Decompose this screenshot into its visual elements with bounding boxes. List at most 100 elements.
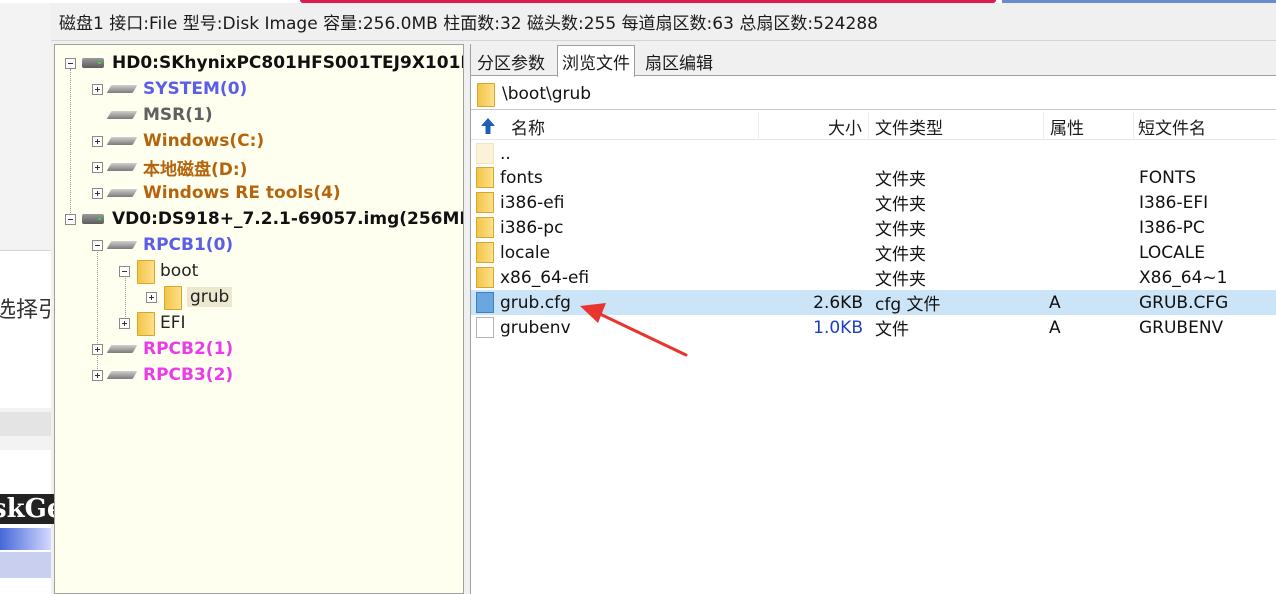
partition-icon <box>109 160 137 174</box>
file-name: locale <box>500 242 551 263</box>
file-row[interactable]: i386-pc 文件夹 I386-PC <box>471 215 1276 240</box>
file-name: x86_64-efi <box>500 267 590 288</box>
column-header-name[interactable]: 名称 <box>511 112 759 140</box>
tab-browse-files[interactable]: 浏览文件 <box>557 45 635 77</box>
partition-icon <box>109 82 137 96</box>
logo-gradient-bar <box>0 528 51 550</box>
expand-icon[interactable] <box>92 369 103 381</box>
tree-node-label: HD0:SKhynixPC801HFS001TEJ9X101N <box>112 53 464 73</box>
virtual-disk-icon <box>82 212 106 226</box>
tree-node-label: grub <box>187 287 233 307</box>
collapse-icon[interactable] <box>92 239 103 251</box>
expand-icon[interactable] <box>92 83 103 95</box>
partition-icon <box>109 134 137 148</box>
tree-node-boot[interactable]: boot <box>119 258 198 284</box>
folder-icon <box>136 311 155 336</box>
folder-icon <box>476 82 495 107</box>
expand-icon[interactable] <box>119 317 130 329</box>
file-browser-panel: 分区参数 浏览文件 扇区编辑 \boot\grub 名称 大小 文件类型 属性 … <box>470 44 1276 594</box>
file-name: i386-efi <box>500 192 565 213</box>
background-band <box>0 412 51 436</box>
tree-node-hd0[interactable]: HD0:SKhynixPC801HFS001TEJ9X101N <box>65 50 464 76</box>
tree-node-label: RPCB2(1) <box>143 339 234 359</box>
tree-node-windows-re[interactable]: Windows RE tools(4) <box>92 180 341 206</box>
tree-node-label: boot <box>160 261 199 281</box>
tab-bar: 分区参数 浏览文件 扇区编辑 <box>471 44 1276 77</box>
partition-icon <box>109 108 137 122</box>
file-row[interactable]: fonts 文件夹 FONTS <box>471 165 1276 190</box>
file-short-name: GRUBENV <box>1139 317 1224 338</box>
file-short-name: I386-PC <box>1139 217 1205 238</box>
file-name: i386-pc <box>500 217 564 238</box>
tab-partition-params[interactable]: 分区参数 <box>473 47 549 76</box>
expand-icon[interactable] <box>92 135 103 147</box>
file-type: 文件夹 <box>875 220 926 240</box>
column-header-type[interactable]: 文件类型 <box>869 112 1044 140</box>
tree-node-label: EFI <box>160 313 186 333</box>
background-window: 选择引 skGen <box>0 0 85 594</box>
tree-node-rpcb3[interactable]: RPCB3(2) <box>92 362 233 388</box>
partition-icon <box>109 238 137 252</box>
expand-icon[interactable] <box>146 291 157 303</box>
folder-open-icon <box>163 285 182 310</box>
file-row[interactable]: i386-efi 文件夹 I386-EFI <box>471 190 1276 215</box>
folder-icon <box>476 217 494 238</box>
tab-sector-edit[interactable]: 扇区编辑 <box>641 47 717 76</box>
tree-node-msr[interactable]: MSR(1) <box>92 102 213 128</box>
tree-node-label: Windows RE tools(4) <box>143 183 341 203</box>
expand-icon[interactable] <box>92 343 103 355</box>
tree-node-label: RPCB1(0) <box>143 235 234 255</box>
file-row[interactable]: grubenv 1.0KB 文件 A GRUBENV <box>471 315 1276 340</box>
up-directory-icon[interactable] <box>479 116 497 136</box>
tree-node-label: Windows(C:) <box>143 131 265 151</box>
partition-icon <box>109 342 137 356</box>
current-path: \boot\grub <box>502 83 592 104</box>
file-attr: A <box>1049 317 1061 338</box>
tree-node-label: RPCB3(2) <box>143 365 234 385</box>
file-row[interactable]: locale 文件夹 LOCALE <box>471 240 1276 265</box>
file-name: fonts <box>500 167 543 188</box>
tree-guide <box>70 69 71 219</box>
tree-node-label: 本地磁盘(D:) <box>143 159 248 180</box>
collapse-icon[interactable] <box>65 57 76 69</box>
tree-node-grub[interactable]: grub <box>146 284 233 310</box>
cfg-file-icon <box>476 292 494 313</box>
file-row-parent[interactable]: .. <box>471 141 1276 166</box>
collapse-icon[interactable] <box>65 213 76 225</box>
file-type: 文件夹 <box>875 270 926 290</box>
folder-icon <box>476 192 494 213</box>
disk-tree-panel[interactable]: HD0:SKhynixPC801HFS001TEJ9X101N SYSTEM(0… <box>54 44 464 594</box>
tree-node-windows[interactable]: Windows(C:) <box>92 128 264 154</box>
file-type: cfg 文件 <box>875 295 941 315</box>
file-row[interactable]: x86_64-efi 文件夹 X86_64~1 <box>471 265 1276 290</box>
expand-icon[interactable] <box>92 187 103 199</box>
file-icon <box>476 317 494 338</box>
column-header-attr[interactable]: 属性 <box>1044 112 1134 140</box>
tree-node-label: MSR(1) <box>143 105 213 125</box>
path-bar: \boot\grub <box>471 78 1276 110</box>
file-size: 2.6KB <box>813 292 863 313</box>
collapse-icon[interactable] <box>119 265 130 277</box>
column-header-short-name[interactable]: 短文件名 <box>1134 112 1276 140</box>
tree-node-efi[interactable]: EFI <box>119 310 186 336</box>
partition-icon <box>109 186 137 200</box>
folder-icon <box>136 259 155 284</box>
file-type: 文件夹 <box>875 170 926 190</box>
tree-node-label: SYSTEM(0) <box>143 79 248 99</box>
partition-icon <box>109 368 137 382</box>
folder-icon <box>476 242 494 263</box>
column-header-size[interactable]: 大小 <box>759 112 869 140</box>
tree-node-rpcb2[interactable]: RPCB2(1) <box>92 336 233 362</box>
file-type: 文件夹 <box>875 245 926 265</box>
file-short-name: X86_64~1 <box>1139 267 1228 288</box>
tree-node-rpcb1[interactable]: RPCB1(0) <box>92 232 233 258</box>
file-row-selected[interactable]: grub.cfg 2.6KB cfg 文件 A GRUB.CFG <box>471 290 1276 315</box>
tree-node-system[interactable]: SYSTEM(0) <box>92 76 247 102</box>
file-name: grubenv <box>500 317 571 338</box>
background-partial-text: 选择引 <box>0 298 61 323</box>
file-type: 文件夹 <box>875 195 926 215</box>
expand-icon[interactable] <box>92 161 103 173</box>
tree-node-vd0[interactable]: VD0:DS918+_7.2.1-69057.img(256MB) <box>65 206 463 232</box>
file-name: grub.cfg <box>500 292 571 313</box>
tree-node-local-disk-d[interactable]: 本地磁盘(D:) <box>92 154 247 180</box>
